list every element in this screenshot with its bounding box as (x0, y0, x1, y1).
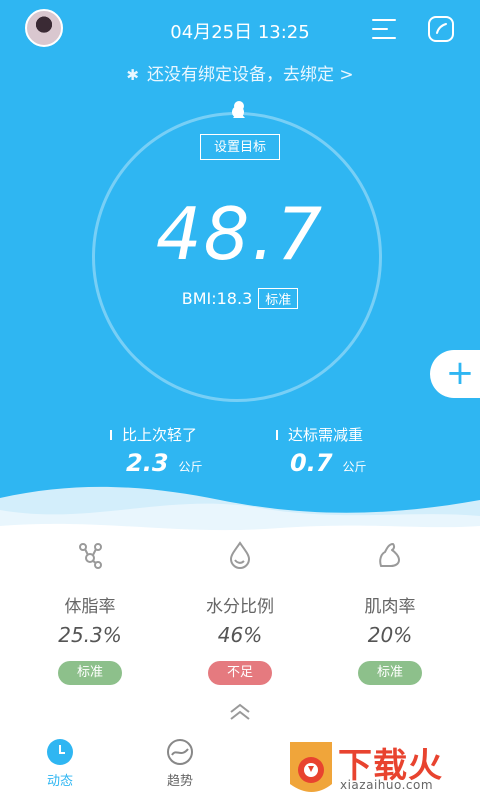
bmi-status-badge: 标准 (258, 288, 299, 309)
wave-divider (0, 486, 480, 550)
metric-status-badge: 标准 (58, 661, 122, 685)
muscle-arm-icon (379, 543, 400, 567)
set-target-button[interactable]: 设置目标 (200, 134, 280, 160)
chevron-up-icon[interactable] (227, 702, 253, 722)
tab-label: 动态 (46, 774, 73, 789)
metric-muscle[interactable]: 肌肉率 20% 标准 (310, 540, 470, 685)
metric-name: 水分比例 (206, 597, 274, 617)
metric-value: 20% (367, 623, 413, 647)
bmi-row: BMI:18.3 标准 (150, 288, 330, 309)
metric-value: 25.3% (58, 623, 122, 647)
achievement-icon (233, 101, 245, 118)
datetime-label: 04月25日 13:25 (170, 22, 310, 43)
trend-icon (167, 739, 193, 765)
molecule-icon (79, 543, 102, 569)
tab-label: 趋势 (166, 774, 193, 789)
metric-body-fat[interactable]: 体脂率 25.3% 标准 (10, 540, 170, 685)
tab-trend[interactable]: 趋势 (150, 738, 210, 789)
bind-device-link[interactable]: ✱ 还没有绑定设备，去绑定 > (0, 60, 480, 85)
metric-water[interactable]: 水分比例 46% 不足 (160, 540, 320, 685)
metric-value: 46% (217, 623, 263, 647)
stat-label: 达标需减重 (288, 426, 364, 444)
edit-icon[interactable] (428, 16, 454, 42)
add-button[interactable]: + (430, 350, 480, 398)
metric-status-badge: 不足 (208, 661, 272, 685)
metrics-panel: 体脂率 25.3% 标准 水分比例 46% 不足 肌肉率 20% 标准 (0, 540, 480, 690)
stat-label: 比上次轻了 (122, 426, 198, 444)
metric-status-badge: 标准 (358, 661, 422, 685)
avatar[interactable] (25, 9, 63, 47)
metric-name: 肌肉率 (364, 597, 416, 617)
stat-marker (276, 429, 278, 440)
bluetooth-icon: ✱ (126, 66, 139, 84)
stat-marker (110, 429, 112, 440)
tab-dynamic[interactable]: 动态 (30, 738, 90, 789)
menu-icon[interactable] (372, 18, 398, 40)
bind-device-text: 还没有绑定设备，去绑定 > (146, 65, 354, 85)
water-drop-icon (229, 541, 251, 569)
metric-name: 体脂率 (64, 597, 116, 617)
bmi-value: BMI:18.3 (181, 289, 253, 308)
watermark-url: xiazaihuo.com (340, 778, 434, 792)
weight-value: 48.7 (155, 192, 325, 276)
clock-icon (47, 739, 73, 765)
